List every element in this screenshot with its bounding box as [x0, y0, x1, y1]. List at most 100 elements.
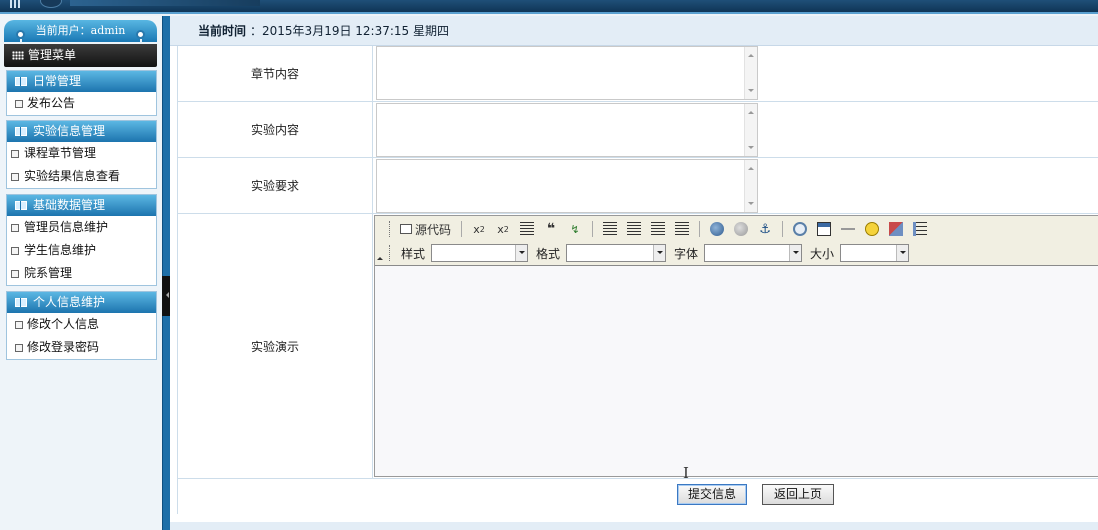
document-icon: [11, 224, 19, 232]
link-globe-icon: [710, 222, 725, 236]
blockquote-button[interactable]: ❝: [541, 220, 561, 238]
time-label: 当前时间: [198, 24, 247, 38]
horizontal-rule-button[interactable]: [838, 220, 858, 238]
div-container-button[interactable]: ↯: [565, 220, 585, 238]
experiment-content-textarea[interactable]: [376, 103, 758, 157]
form-row-chapter-content: 章节内容: [178, 46, 1098, 102]
menu-title-label: 管理菜单: [28, 48, 77, 62]
back-button[interactable]: 返回上页: [762, 484, 834, 505]
document-icon: [15, 100, 23, 108]
indent-button[interactable]: [517, 220, 537, 238]
current-user-bar: 当前用户：admin: [4, 20, 157, 49]
scrollbar[interactable]: [744, 47, 757, 99]
font-select[interactable]: [704, 244, 803, 262]
flash-button[interactable]: [790, 220, 810, 238]
menu-group-basic-data: 基础数据管理 管理员信息维护 学生信息维护 院系管理: [6, 194, 157, 286]
source-page-icon: [400, 224, 412, 234]
unlink-button[interactable]: [731, 220, 751, 238]
menu-group-personal: 个人信息维护 修改个人信息 修改登录密码: [6, 291, 157, 360]
horizontal-rule-icon: [841, 228, 856, 230]
app-grid-icon: [10, 0, 20, 8]
align-left-button[interactable]: [600, 220, 620, 238]
document-icon: [11, 247, 19, 255]
sidebar-item-experiment-results[interactable]: 实验结果信息查看: [7, 165, 156, 188]
group-title: 实验信息管理: [33, 124, 106, 138]
document-icon: [11, 270, 19, 278]
superscript-button[interactable]: x2: [493, 220, 513, 238]
justify-button[interactable]: [672, 220, 692, 238]
group-title: 基础数据管理: [33, 198, 106, 212]
sidebar-item-change-password[interactable]: 修改登录密码: [7, 336, 156, 359]
align-left-icon: [603, 222, 618, 236]
format-select[interactable]: [566, 244, 667, 262]
rich-text-editor: 源代码 x2 x2 ❝ ↯ ⚓ 样式 格式 字体 大小: [374, 215, 1098, 477]
chevron-down-icon: [653, 245, 666, 261]
sidebar-item-publish-notice[interactable]: 发布公告: [7, 92, 156, 115]
align-center-icon: [627, 222, 642, 236]
source-code-button[interactable]: 源代码: [397, 220, 454, 238]
chevron-down-icon: [896, 245, 909, 261]
sidebar-item-label: 学生信息维护: [24, 243, 97, 257]
size-select[interactable]: [840, 244, 910, 262]
group-header-daily[interactable]: 日常管理: [7, 71, 156, 92]
group-header-basic-data[interactable]: 基础数据管理: [7, 195, 156, 216]
format-label: 格式: [536, 246, 561, 261]
scrollbar[interactable]: [744, 160, 757, 212]
field-label: 章节内容: [178, 46, 373, 101]
sidebar: 当前用户：admin 管理菜单 日常管理 发布公告 实验信息管理 课程章节管理 …: [0, 16, 162, 530]
sidebar-item-student-info[interactable]: 学生信息维护: [7, 239, 156, 262]
smiley-button[interactable]: [862, 220, 882, 238]
pin-icon: [16, 30, 25, 49]
align-right-icon: [651, 222, 666, 236]
group-header-experiment[interactable]: 实验信息管理: [7, 121, 156, 142]
chevron-down-icon: [789, 245, 802, 261]
bottom-strip: [170, 522, 1098, 530]
flash-icon: [793, 222, 808, 236]
sidebar-splitter[interactable]: [162, 16, 170, 530]
editor-toolbar: 源代码 x2 x2 ❝ ↯ ⚓ 样式 格式 字体 大小: [375, 216, 1098, 266]
book-icon: [15, 127, 27, 136]
group-title: 个人信息维护: [33, 295, 106, 309]
style-select[interactable]: [431, 244, 529, 262]
scrollbar[interactable]: [744, 104, 757, 156]
anchor-button[interactable]: ⚓: [755, 220, 775, 238]
document-icon: [11, 150, 19, 158]
sidebar-item-course-chapters[interactable]: 课程章节管理: [7, 142, 156, 165]
pin-icon: [136, 30, 145, 49]
chapter-content-textarea[interactable]: [376, 46, 758, 100]
sidebar-item-admin-info[interactable]: 管理员信息维护: [7, 216, 156, 239]
collapse-sidebar-handle[interactable]: [162, 276, 170, 316]
time-value: ：2015年3月19日 12:37:15 星期四: [250, 24, 449, 38]
sidebar-item-label: 修改登录密码: [27, 340, 100, 354]
top-banner: [0, 0, 1098, 14]
current-user-label: 当前用户：admin: [35, 24, 126, 37]
text-cursor-icon: I: [683, 464, 689, 482]
editor-content-area[interactable]: [375, 267, 1098, 476]
submit-button[interactable]: 提交信息: [677, 484, 747, 505]
link-button[interactable]: [707, 220, 727, 238]
menu-grid-icon: [12, 51, 24, 60]
align-center-button[interactable]: [624, 220, 644, 238]
document-icon: [11, 173, 19, 181]
field-label: 实验内容: [178, 102, 373, 157]
page-break-button[interactable]: [910, 220, 930, 238]
font-label: 字体: [674, 246, 699, 261]
experiment-requirements-textarea[interactable]: [376, 159, 758, 213]
align-right-button[interactable]: [648, 220, 668, 238]
sidebar-item-departments[interactable]: 院系管理: [7, 262, 156, 285]
collapse-toolbar-icon[interactable]: [377, 254, 383, 260]
time-bar: 当前时间 ：2015年3月19日 12:37:15 星期四: [170, 16, 1098, 46]
group-header-personal[interactable]: 个人信息维护: [7, 292, 156, 313]
unlink-globe-icon: [734, 222, 749, 236]
page-break-icon: [913, 222, 928, 236]
sidebar-item-edit-profile[interactable]: 修改个人信息: [7, 313, 156, 336]
special-char-button[interactable]: [886, 220, 906, 238]
table-button[interactable]: [814, 220, 834, 238]
justify-icon: [675, 222, 690, 236]
book-icon: [15, 77, 27, 86]
size-label: 大小: [810, 246, 835, 261]
special-char-icon: [889, 222, 904, 236]
sidebar-item-label: 实验结果信息查看: [24, 169, 121, 183]
subscript-button[interactable]: x2: [469, 220, 489, 238]
chevron-down-icon: [515, 245, 528, 261]
